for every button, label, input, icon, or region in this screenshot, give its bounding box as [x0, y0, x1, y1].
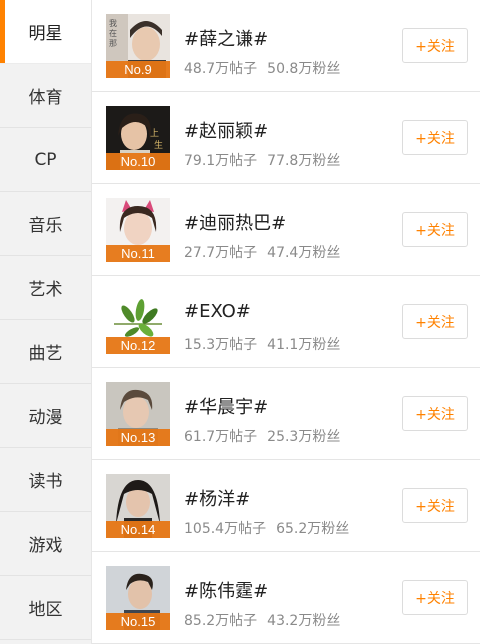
topic-thumbnail: No.11 — [106, 198, 170, 262]
topic-thumbnail: 我 在 那 No.9 — [106, 14, 170, 78]
rank-badge: No.13 — [106, 429, 170, 446]
list-item[interactable]: No.12 #EXO# 15.3万帖子 41.1万粉丝 +关注 — [92, 276, 480, 368]
list-item[interactable]: 上 生 No.10 #赵丽颖# 79.1万帖子 77.8万粉丝 +关注 — [92, 92, 480, 184]
list-item[interactable]: No.15 #陈伟霆# 85.2万帖子 43.2万粉丝 +关注 — [92, 552, 480, 644]
topic-list: 我 在 那 No.9 #薛之谦# 48.7万帖子 50.8万粉丝 +关注 上 生… — [92, 0, 480, 644]
fan-count: 50.8万粉丝 — [267, 61, 341, 77]
sidebar-item-label: 明星 — [28, 24, 63, 44]
list-item[interactable]: 我 在 那 No.9 #薛之谦# 48.7万帖子 50.8万粉丝 +关注 — [92, 0, 480, 92]
post-count: 15.3万帖子 — [184, 337, 258, 353]
svg-text:上: 上 — [150, 128, 159, 139]
topic-title[interactable]: #华晨宇# — [184, 393, 268, 419]
topic-stats: 15.3万帖子 41.1万粉丝 — [184, 334, 340, 354]
topic-title[interactable]: #赵丽颖# — [184, 117, 268, 143]
topic-title[interactable]: #EXO# — [184, 301, 251, 322]
sidebar-item-anime[interactable]: 动漫 — [0, 384, 91, 448]
sidebar-item-label: 曲艺 — [28, 344, 63, 364]
svg-text:那: 那 — [109, 39, 117, 48]
app: 明星 体育 CP 音乐 艺术 曲艺 动漫 读书 游戏 地区 我 在 那 No.9… — [0, 0, 480, 644]
post-count: 85.2万帖子 — [184, 613, 258, 629]
sidebar-item-label: 读书 — [28, 472, 63, 492]
topic-thumbnail: No.13 — [106, 382, 170, 446]
rank-badge: No.15 — [106, 613, 170, 630]
follow-button[interactable]: +关注 — [402, 580, 468, 615]
topic-title[interactable]: #薛之谦# — [184, 25, 268, 51]
sidebar-item-label: 体育 — [28, 88, 63, 108]
sidebar-item-opera[interactable]: 曲艺 — [0, 320, 91, 384]
fan-count: 41.1万粉丝 — [267, 337, 341, 353]
fan-count: 65.2万粉丝 — [276, 521, 350, 537]
rank-badge: No.10 — [106, 153, 170, 170]
follow-button[interactable]: +关注 — [402, 304, 468, 339]
list-item[interactable]: No.13 #华晨宇# 61.7万帖子 25.3万粉丝 +关注 — [92, 368, 480, 460]
svg-text:生: 生 — [154, 139, 163, 151]
topic-thumbnail: 上 生 No.10 — [106, 106, 170, 170]
topic-title[interactable]: #迪丽热巴# — [184, 209, 286, 235]
topic-stats: 48.7万帖子 50.8万粉丝 — [184, 58, 340, 78]
post-count: 27.7万帖子 — [184, 245, 258, 261]
sidebar-item-region[interactable]: 地区 — [0, 576, 91, 640]
sidebar-item-label: 地区 — [28, 600, 63, 620]
topic-stats: 79.1万帖子 77.8万粉丝 — [184, 150, 340, 170]
sidebar-item-music[interactable]: 音乐 — [0, 192, 91, 256]
category-sidebar: 明星 体育 CP 音乐 艺术 曲艺 动漫 读书 游戏 地区 — [0, 0, 92, 644]
sidebar-item-reading[interactable]: 读书 — [0, 448, 91, 512]
rank-badge: No.9 — [106, 61, 170, 78]
topic-title[interactable]: #杨洋# — [184, 485, 250, 511]
rank-badge: No.11 — [106, 245, 170, 262]
fan-count: 47.4万粉丝 — [267, 245, 341, 261]
follow-button[interactable]: +关注 — [402, 396, 468, 431]
topic-thumbnail: No.14 — [106, 474, 170, 538]
svg-text:我: 我 — [109, 18, 117, 28]
topic-title[interactable]: #陈伟霆# — [184, 577, 268, 603]
topic-stats: 105.4万帖子 65.2万粉丝 — [184, 518, 349, 538]
topic-thumbnail: No.15 — [106, 566, 170, 630]
post-count: 61.7万帖子 — [184, 429, 258, 445]
list-item[interactable]: No.11 #迪丽热巴# 27.7万帖子 47.4万粉丝 +关注 — [92, 184, 480, 276]
rank-badge: No.12 — [106, 337, 170, 354]
fan-count: 43.2万粉丝 — [267, 613, 341, 629]
follow-button[interactable]: +关注 — [402, 212, 468, 247]
sidebar-item-label: CP — [34, 149, 57, 170]
svg-text:在: 在 — [109, 28, 117, 38]
post-count: 79.1万帖子 — [184, 153, 258, 169]
fan-count: 25.3万粉丝 — [267, 429, 341, 445]
post-count: 48.7万帖子 — [184, 61, 258, 77]
topic-stats: 61.7万帖子 25.3万粉丝 — [184, 426, 340, 446]
sidebar-item-celebrity[interactable]: 明星 — [0, 0, 91, 64]
sidebar-item-art[interactable]: 艺术 — [0, 256, 91, 320]
sidebar-item-label: 音乐 — [28, 216, 63, 236]
topic-stats: 85.2万帖子 43.2万粉丝 — [184, 610, 340, 630]
follow-button[interactable]: +关注 — [402, 488, 468, 523]
sidebar-item-label: 游戏 — [28, 536, 63, 556]
sidebar-item-label: 艺术 — [28, 280, 63, 300]
rank-badge: No.14 — [106, 521, 170, 538]
sidebar-item-cp[interactable]: CP — [0, 128, 91, 192]
follow-button[interactable]: +关注 — [402, 28, 468, 63]
sidebar-item-games[interactable]: 游戏 — [0, 512, 91, 576]
sidebar-item-label: 动漫 — [28, 408, 63, 428]
topic-stats: 27.7万帖子 47.4万粉丝 — [184, 242, 340, 262]
topic-thumbnail: No.12 — [106, 290, 170, 354]
list-item[interactable]: No.14 #杨洋# 105.4万帖子 65.2万粉丝 +关注 — [92, 460, 480, 552]
fan-count: 77.8万粉丝 — [267, 153, 341, 169]
post-count: 105.4万帖子 — [184, 521, 267, 537]
sidebar-item-sports[interactable]: 体育 — [0, 64, 91, 128]
follow-button[interactable]: +关注 — [402, 120, 468, 155]
